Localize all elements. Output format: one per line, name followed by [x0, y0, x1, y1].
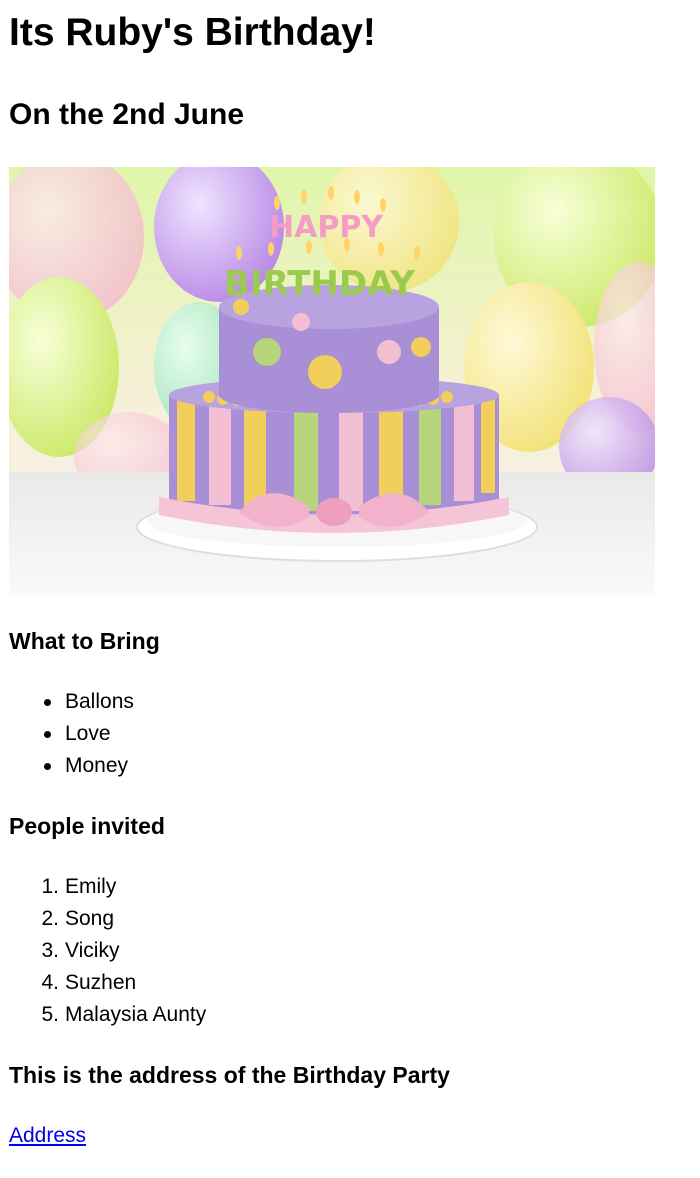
page-title: Its Ruby's Birthday!: [9, 11, 376, 54]
list-item-label: Ballons: [65, 690, 134, 713]
address-heading: This is the address of the Birthday Part…: [9, 1062, 450, 1088]
candle-text-bottom: BIRTHDAY: [224, 264, 415, 304]
list-item-number: 4.: [41, 971, 59, 994]
list-item-number: 3.: [41, 939, 59, 962]
what-to-bring-list: Ballons Love Money: [9, 686, 134, 782]
list-item-label: Malaysia Aunty: [65, 1003, 207, 1026]
bullet-icon: [44, 731, 51, 738]
list-item: Ballons: [9, 686, 134, 718]
list-item: Money: [9, 750, 134, 782]
list-item-number: 2.: [41, 907, 59, 930]
list-item-label: Emily: [65, 875, 117, 898]
list-item-label: Song: [65, 907, 115, 930]
list-item-label: Love: [65, 722, 111, 745]
address-link[interactable]: Address: [9, 1121, 86, 1151]
list-item-label: Viciky: [65, 939, 120, 962]
list-item-number: 1.: [41, 875, 59, 898]
what-to-bring-heading: What to Bring: [9, 628, 160, 654]
list-item-label: Suzhen: [65, 971, 137, 994]
list-item: 1. Emily: [9, 871, 206, 903]
list-item-label: Money: [65, 754, 129, 777]
birthday-cake-image: HAPPY BIRTHDAY: [9, 167, 655, 597]
list-item-number: 5.: [41, 1003, 59, 1026]
bullet-icon: [44, 699, 51, 706]
list-item: 3. Viciky: [9, 935, 206, 967]
people-invited-list: 1. Emily 2. Song 3. Viciky 4. Suzhen 5. …: [9, 871, 206, 1031]
bullet-icon: [44, 763, 51, 770]
list-item: Love: [9, 718, 134, 750]
page-subtitle: On the 2nd June: [9, 98, 245, 131]
list-item: 5. Malaysia Aunty: [9, 999, 206, 1031]
list-item: 4. Suzhen: [9, 967, 206, 999]
people-invited-heading: People invited: [9, 813, 165, 839]
list-item: 2. Song: [9, 903, 206, 935]
candle-text-top: HAPPY: [269, 210, 384, 245]
